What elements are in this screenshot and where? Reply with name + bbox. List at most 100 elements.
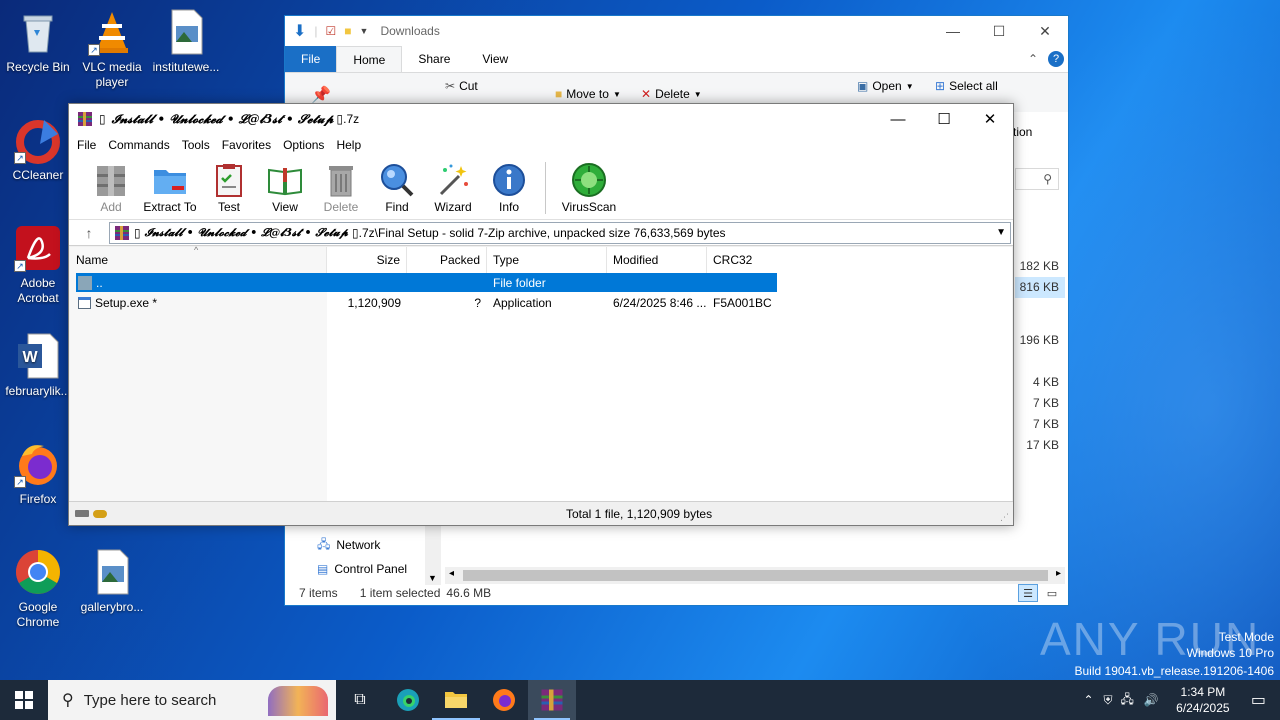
- folder-up-icon: [78, 275, 92, 290]
- delete-button[interactable]: Delete: [313, 156, 369, 214]
- collapse-ribbon-icon[interactable]: ⌃: [1028, 52, 1038, 66]
- column-packed[interactable]: Packed: [407, 247, 487, 273]
- details-view-icon[interactable]: ☰: [1018, 584, 1038, 602]
- file-explorer-icon: [445, 692, 467, 708]
- desktop-icon-vlc[interactable]: ↗ VLC media player: [74, 8, 150, 90]
- open-button[interactable]: ▣ Open ▼: [857, 79, 914, 93]
- scissors-icon: ✂: [445, 79, 456, 93]
- recycle-bin-icon: [14, 8, 62, 56]
- cut-button[interactable]: ✂ Cut: [445, 79, 478, 93]
- taskbar-clock[interactable]: 1:34 PM 6/24/2025: [1165, 684, 1241, 716]
- desktop-icon-gallerybro[interactable]: gallerybro...: [74, 548, 150, 615]
- desktop-icon-februarylik[interactable]: W februarylik...: [0, 332, 76, 399]
- virusscan-button[interactable]: VirusScan: [554, 156, 624, 214]
- view-button[interactable]: View: [257, 156, 313, 214]
- column-name[interactable]: Name ^: [70, 245, 327, 273]
- add-button[interactable]: Add: [83, 156, 139, 214]
- arrow-up-icon[interactable]: ↑: [69, 225, 109, 241]
- winrar-file-list[interactable]: Name ^ Size Packed Type Modified CRC32 .…: [70, 245, 1012, 501]
- close-button[interactable]: ✕: [967, 104, 1013, 134]
- taskbar-winrar[interactable]: [528, 680, 576, 720]
- menu-commands[interactable]: Commands: [102, 138, 175, 152]
- chevron-right-icon[interactable]: ▸: [1056, 568, 1061, 579]
- desktop-icon-chrome[interactable]: Google Chrome: [0, 548, 76, 630]
- svg-text:W: W: [22, 349, 38, 366]
- shortcut-arrow-icon: ↗: [14, 476, 26, 488]
- firefox-icon: ↗: [14, 440, 62, 488]
- menu-file[interactable]: File: [71, 138, 102, 152]
- extract-to-button[interactable]: Extract To: [139, 156, 201, 214]
- nav-scrollbar[interactable]: ▼: [425, 521, 441, 585]
- taskbar-edge[interactable]: [384, 680, 432, 720]
- select-all-button[interactable]: ⊞ Select all: [935, 79, 998, 93]
- find-button[interactable]: Find: [369, 156, 425, 214]
- maximize-button[interactable]: ☐: [976, 16, 1022, 46]
- table-row[interactable]: .. File folder: [76, 273, 777, 292]
- tab-home[interactable]: Home: [336, 46, 403, 72]
- task-view-button[interactable]: ⧉: [336, 680, 384, 720]
- clock-time: 1:34 PM: [1180, 685, 1226, 699]
- network-status-icon[interactable]: 🖧: [1117, 690, 1138, 711]
- tab-file[interactable]: File: [285, 46, 337, 72]
- table-row[interactable]: Setup.exe * 1,120,909 ? Application 6/24…: [76, 293, 777, 312]
- chevron-up-icon[interactable]: ⌃: [1077, 693, 1099, 707]
- explorer-status-bar: 7 items 1 item selected 46.6 MB ☰ ▭: [285, 581, 1068, 605]
- start-button[interactable]: [0, 680, 48, 720]
- close-button[interactable]: ✕: [1022, 16, 1068, 46]
- taskbar-search-box[interactable]: ⚲ Type here to search: [48, 680, 336, 720]
- explorer-search-box[interactable]: ⚲: [1015, 168, 1059, 190]
- taskbar-firefox[interactable]: [480, 680, 528, 720]
- chevron-down-icon[interactable]: ▼: [996, 227, 1006, 238]
- desktop-icon-recycle-bin[interactable]: Recycle Bin: [0, 8, 76, 75]
- desktop-icon-ccleaner[interactable]: ↗ CCleaner: [0, 116, 76, 183]
- tab-share[interactable]: Share: [402, 46, 466, 72]
- menu-favorites[interactable]: Favorites: [216, 138, 277, 152]
- menu-options[interactable]: Options: [277, 138, 330, 152]
- desktop-icon-label: gallerybro...: [80, 600, 144, 614]
- selection-label-fragment: tion: [1013, 125, 1033, 139]
- scroll-thumb[interactable]: [463, 570, 1048, 581]
- build-label: Build 19041.vb_release.191206-1406: [1074, 664, 1275, 678]
- minimize-button[interactable]: —: [875, 104, 921, 134]
- column-crc32[interactable]: CRC32: [707, 247, 777, 273]
- info-button[interactable]: Info: [481, 156, 537, 214]
- volume-icon[interactable]: 🔊: [1138, 693, 1165, 707]
- desktop-icon-firefox[interactable]: ↗ Firefox: [0, 440, 76, 507]
- security-icon[interactable]: ⛨: [1100, 693, 1117, 708]
- add-archive-icon: [93, 162, 129, 198]
- minimize-button[interactable]: —: [930, 16, 976, 46]
- drive-icon: [75, 510, 89, 517]
- notifications-icon[interactable]: ▭: [1241, 690, 1280, 710]
- column-type[interactable]: Type: [487, 247, 607, 273]
- move-to-button[interactable]: ■ Move to ▼: [555, 87, 621, 101]
- winrar-address-bar: ↑ ▯ 𝓘𝓷𝓼𝓽𝓪𝓵𝓵 • 𝓤𝓷𝓵𝓸𝓬𝓴𝓮𝓭 • 𝓛@𝓽3𝓼𝓽 • 𝓢𝓮𝓽𝓾𝓹 …: [69, 220, 1013, 246]
- column-modified[interactable]: Modified: [607, 247, 707, 273]
- new-folder-icon[interactable]: ■: [344, 24, 351, 38]
- properties-icon[interactable]: ☑: [326, 24, 337, 38]
- column-size[interactable]: Size: [327, 247, 407, 273]
- maximize-button[interactable]: ☐: [921, 104, 967, 134]
- pin-icon[interactable]: 📌: [311, 85, 331, 105]
- menu-tools[interactable]: Tools: [176, 138, 216, 152]
- desktop-icon-label: februarylik...: [5, 384, 71, 398]
- test-button[interactable]: Test: [201, 156, 257, 214]
- delete-ribbon-button[interactable]: ✕ Delete ▼: [641, 87, 702, 101]
- help-icon[interactable]: ?: [1048, 51, 1064, 67]
- chevron-down-icon[interactable]: ▼: [360, 26, 369, 36]
- nav-item-control-panel[interactable]: ▤ Control Panel: [285, 557, 440, 581]
- nav-item-network[interactable]: 🖧 Network: [285, 533, 440, 557]
- desktop-icon-adobe-acrobat[interactable]: ↗ Adobe Acrobat: [0, 224, 76, 306]
- image-file-icon: [88, 548, 136, 596]
- tab-view[interactable]: View: [466, 46, 524, 72]
- taskbar-file-explorer[interactable]: [432, 680, 480, 720]
- chevron-left-icon[interactable]: ◂: [449, 568, 454, 579]
- arrow-down-icon[interactable]: ⬇: [293, 21, 306, 41]
- menu-help[interactable]: Help: [330, 138, 367, 152]
- wizard-button[interactable]: Wizard: [425, 156, 481, 214]
- large-icons-view-icon[interactable]: ▭: [1042, 584, 1062, 602]
- winrar-window[interactable]: ▯ 𝓘𝓷𝓼𝓽𝓪𝓵𝓵 • 𝓤𝓷𝓵𝓸𝓬𝓴𝓮𝓭 • 𝓛@𝓽3𝓼𝓽 • 𝓢𝓮𝓽𝓾𝓹 ▯ …: [68, 103, 1014, 526]
- archive-path-field[interactable]: ▯ 𝓘𝓷𝓼𝓽𝓪𝓵𝓵 • 𝓤𝓷𝓵𝓸𝓬𝓴𝓮𝓭 • 𝓛@𝓽3𝓼𝓽 • 𝓢𝓮𝓽𝓾𝓹 ▯ …: [109, 221, 1011, 244]
- desktop-icon-institutewe[interactable]: institutewe...: [148, 8, 224, 75]
- task-view-icon: ⧉: [354, 691, 366, 708]
- resize-grip-icon[interactable]: ⋰: [1000, 512, 1009, 523]
